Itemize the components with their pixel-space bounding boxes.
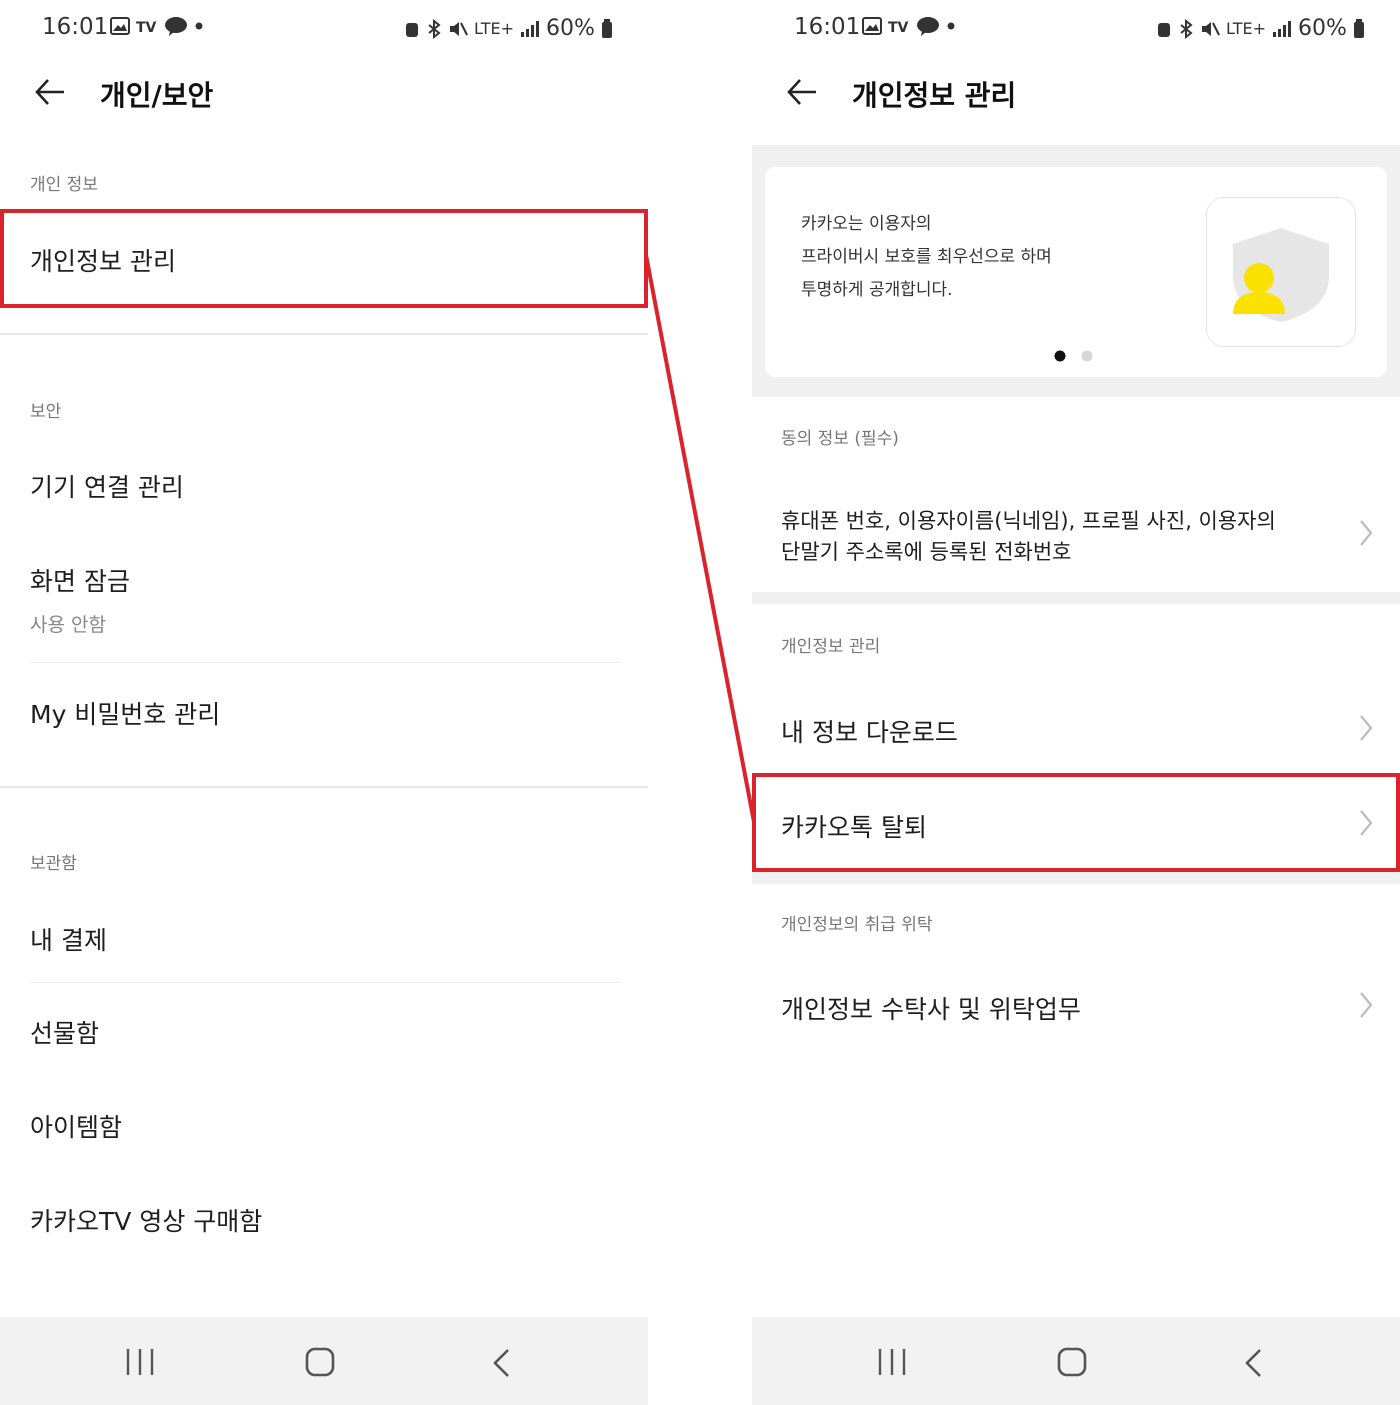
mute-icon [450, 21, 468, 36]
battery-label: 60% [546, 16, 595, 41]
battery-icon [1353, 18, 1364, 38]
talk-icon [165, 17, 187, 36]
divider [0, 333, 648, 335]
tv-icon: TV [888, 20, 909, 33]
gallery-icon [110, 17, 130, 35]
nav-back-icon[interactable] [490, 1347, 514, 1379]
banner-line: 투명하게 공개합니다. [801, 280, 953, 300]
alarm-icon [1158, 22, 1170, 37]
screen-lock-status: 사용 안함 [30, 614, 106, 636]
page-title: 개인정보 관리 [852, 79, 1017, 112]
menu-item-items[interactable]: 아이템함 [30, 1108, 122, 1144]
battery-label: 60% [1298, 16, 1347, 41]
chevron-right-icon[interactable] [1358, 990, 1374, 1020]
left-screen: 16:01 TV LTE+ 60% 개인/보안 개인 정보 개인정보 관리 보안… [0, 0, 648, 1405]
home-icon[interactable] [304, 1346, 336, 1378]
status-system-icons: LTE+ 60% [1156, 16, 1365, 41]
section-label-manage: 개인정보 관리 [781, 637, 881, 657]
back-arrow-icon[interactable] [786, 78, 818, 106]
system-nav-bar [752, 1317, 1400, 1405]
banner-line: 카카오는 이용자의 [801, 214, 932, 234]
section-label-personal: 개인 정보 [30, 175, 98, 195]
back-arrow-icon[interactable] [34, 78, 66, 106]
section-label-storage: 보관함 [30, 854, 77, 874]
banner-area: 카카오는 이용자의 프라이버시 보호를 최우선으로 하며 투명하게 공개합니다. [752, 145, 1400, 397]
carousel-indicator[interactable] [1053, 349, 1093, 363]
item-divider [30, 662, 620, 663]
status-notification-icons: TV [110, 16, 204, 36]
menu-item-gifts[interactable]: 선물함 [30, 1014, 99, 1050]
section-label-consent: 동의 정보 (필수) [781, 429, 899, 449]
network-label: LTE+ [474, 19, 514, 38]
alarm-icon [406, 22, 418, 37]
consent-text-line[interactable]: 휴대폰 번호, 이용자이름(닉네임), 프로필 사진, 이용자의 [781, 505, 1276, 535]
dot-icon [195, 22, 203, 30]
signal-icon [1273, 20, 1291, 37]
mute-icon [1202, 21, 1220, 36]
shield-person-icon [1206, 197, 1356, 347]
right-screen: 16:01 TV LTE+ 60% 개인정보 관리 카카오는 이용자의 프라이버… [752, 0, 1400, 1405]
status-time: 16:01 [794, 14, 861, 40]
nav-back-icon[interactable] [1242, 1347, 1266, 1379]
battery-icon [601, 18, 612, 38]
talk-icon [917, 17, 939, 36]
network-label: LTE+ [1226, 19, 1266, 38]
section-label-outsourcing: 개인정보의 취급 위탁 [781, 915, 933, 935]
menu-item-download-info[interactable]: 내 정보 다운로드 [781, 713, 958, 749]
menu-item-device-connect[interactable]: 기기 연결 관리 [30, 468, 184, 504]
status-notification-icons: TV [862, 16, 956, 36]
menu-item-payments[interactable]: 내 결제 [30, 921, 107, 957]
home-icon[interactable] [1056, 1346, 1088, 1378]
privacy-banner-card[interactable]: 카카오는 이용자의 프라이버시 보호를 최우선으로 하며 투명하게 공개합니다. [765, 167, 1387, 377]
chevron-right-icon[interactable] [1358, 713, 1374, 743]
status-time: 16:01 [42, 14, 109, 40]
page-title: 개인/보안 [100, 79, 214, 112]
chevron-right-icon[interactable] [1358, 518, 1374, 548]
divider [0, 786, 648, 788]
signal-icon [521, 20, 539, 37]
menu-item-outsourcing[interactable]: 개인정보 수탁사 및 위탁업무 [781, 990, 1081, 1026]
bluetooth-icon [428, 18, 441, 39]
banner-line: 프라이버시 보호를 최우선으로 하며 [801, 247, 1052, 267]
status-system-icons: LTE+ 60% [404, 16, 613, 41]
item-divider [30, 982, 620, 983]
system-nav-bar [0, 1317, 648, 1405]
recent-apps-icon[interactable] [876, 1347, 908, 1377]
menu-item-kakaotv-purchases[interactable]: 카카오TV 영상 구매함 [30, 1202, 262, 1238]
section-band [752, 872, 1400, 884]
bluetooth-icon [1180, 18, 1193, 39]
highlight-box-withdraw [752, 773, 1400, 872]
gallery-icon [862, 17, 882, 35]
svg-text:TV: TV [136, 20, 157, 33]
menu-item-screen-lock[interactable]: 화면 잠금 [30, 562, 130, 598]
dot-icon [947, 22, 955, 30]
recent-apps-icon[interactable] [124, 1347, 156, 1377]
consent-text-line[interactable]: 단말기 주소록에 등록된 전화번호 [781, 536, 1072, 566]
menu-item-password[interactable]: My 비밀번호 관리 [30, 695, 220, 731]
tv-icon: TV [136, 20, 157, 33]
shield-person-graphic [1233, 228, 1329, 322]
section-band [752, 592, 1400, 604]
section-label-security: 보안 [30, 402, 62, 422]
highlight-box-privacy [0, 209, 648, 308]
svg-text:TV: TV [888, 20, 909, 33]
